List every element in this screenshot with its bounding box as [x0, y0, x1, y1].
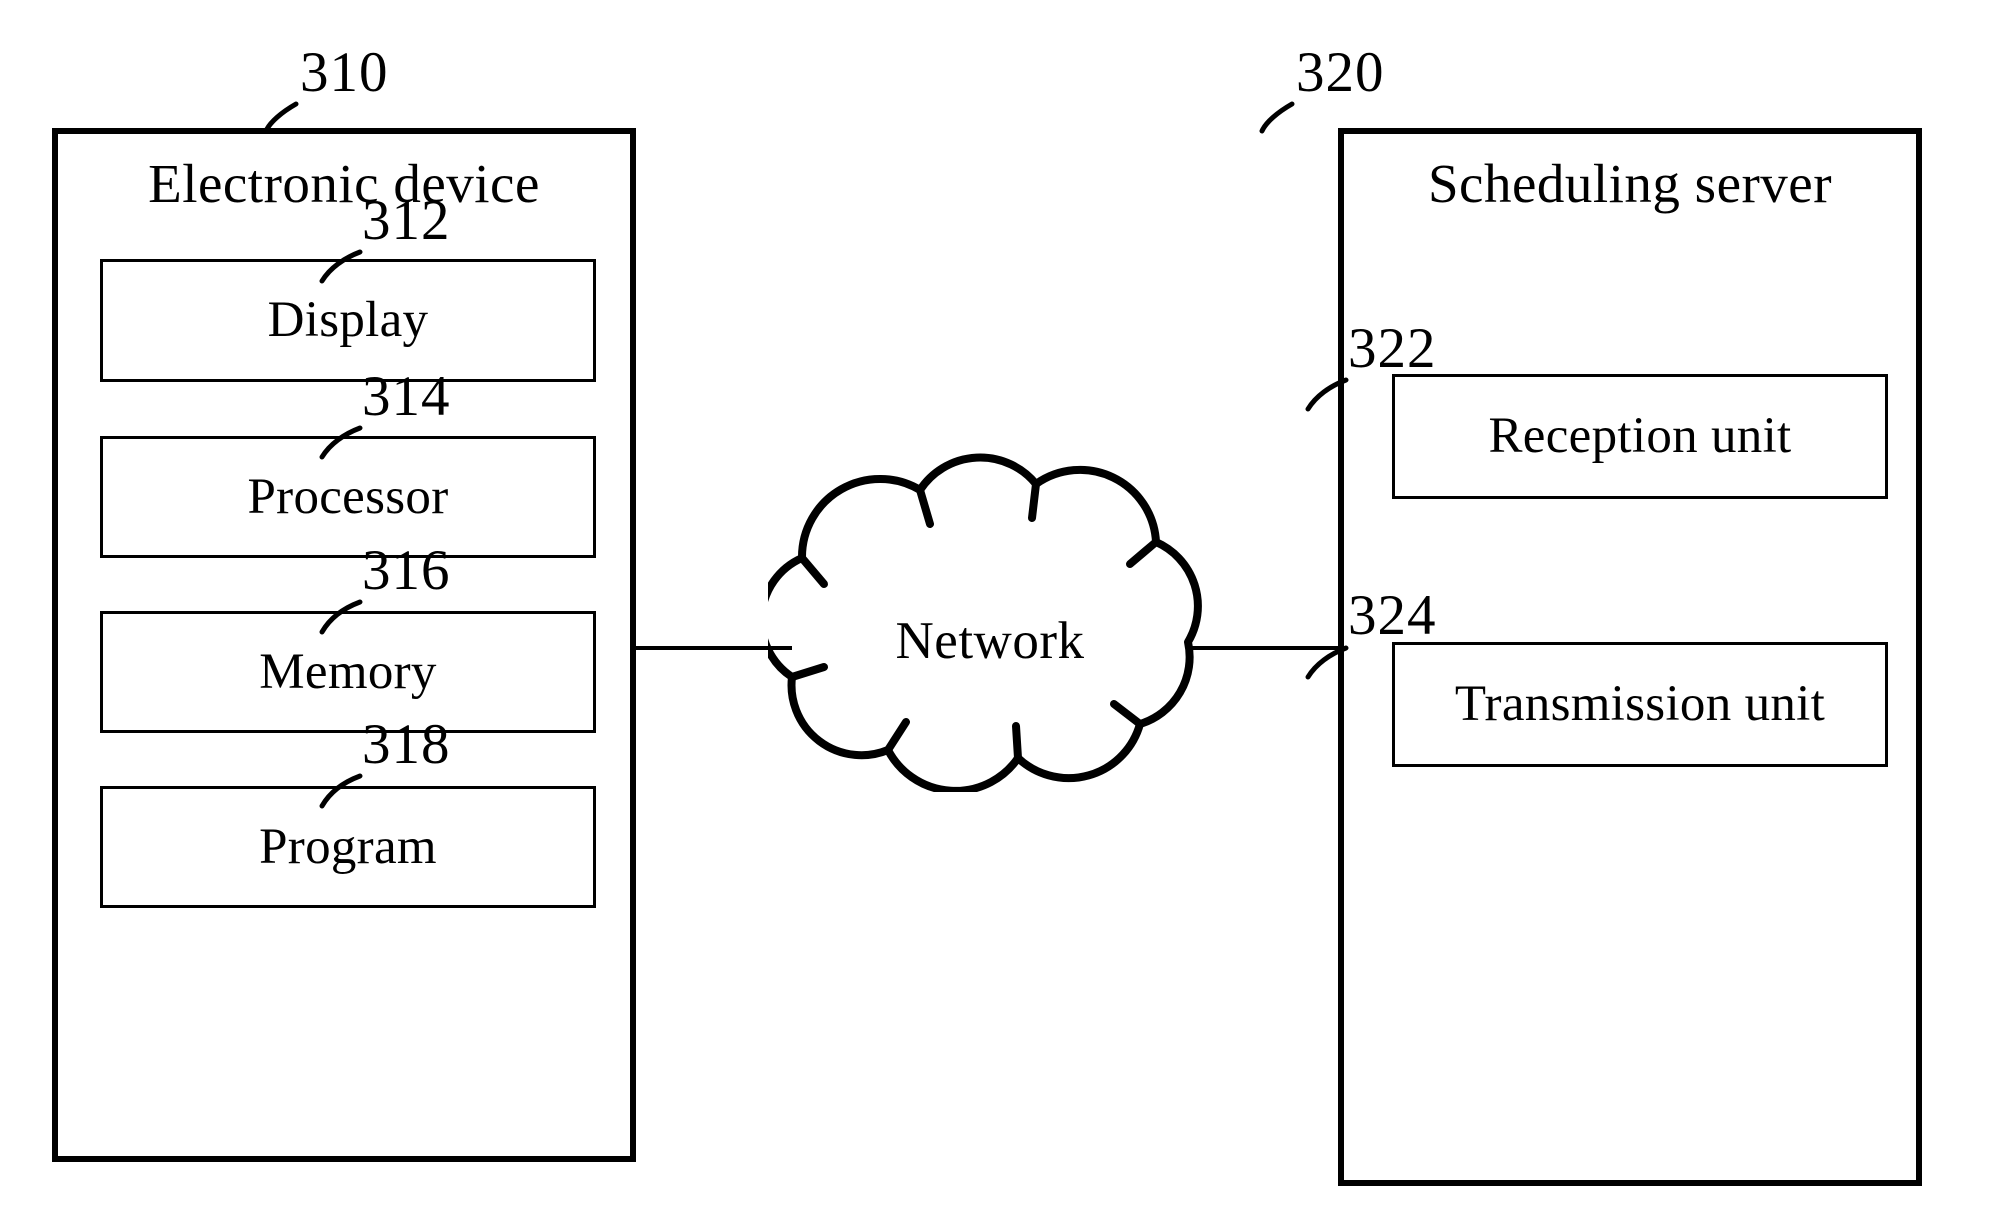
memory-component-label: Memory	[259, 643, 437, 700]
leader-line-320	[1259, 101, 1295, 134]
electronic-device-container: Electronic device Display Processor Memo…	[52, 128, 636, 1162]
reference-numeral-320: 320	[1296, 41, 1385, 104]
processor-component-box: Processor	[100, 436, 596, 558]
processor-component-label: Processor	[247, 468, 449, 525]
memory-component-box: Memory	[100, 611, 596, 733]
display-component-box: Display	[100, 259, 596, 382]
reference-numeral-312: 312	[362, 189, 451, 252]
scheduling-server-container: Scheduling server Reception unit Transmi…	[1338, 128, 1922, 1186]
display-component-label: Display	[267, 292, 429, 348]
program-component-label: Program	[259, 818, 437, 875]
network-label: Network	[895, 612, 1085, 670]
program-component-box: Program	[100, 786, 596, 908]
reference-numeral-324: 324	[1348, 584, 1437, 647]
patent-figure: Electronic device Display Processor Memo…	[0, 0, 2005, 1213]
reference-numeral-318: 318	[362, 713, 451, 776]
reference-numeral-322: 322	[1348, 317, 1437, 380]
reception-unit-component-box: Reception unit	[1392, 374, 1888, 499]
electronic-device-title: Electronic device	[148, 153, 540, 214]
transmission-unit-component-box: Transmission unit	[1392, 642, 1888, 767]
network-cloud-icon	[768, 453, 1202, 792]
reception-unit-component-label: Reception unit	[1488, 408, 1792, 464]
transmission-unit-component-label: Transmission unit	[1454, 676, 1826, 732]
reference-numeral-310: 310	[300, 41, 389, 104]
reference-numeral-314: 314	[362, 365, 451, 428]
leader-line-310	[263, 101, 299, 134]
reference-numeral-316: 316	[362, 539, 451, 602]
scheduling-server-title: Scheduling server	[1427, 153, 1833, 214]
